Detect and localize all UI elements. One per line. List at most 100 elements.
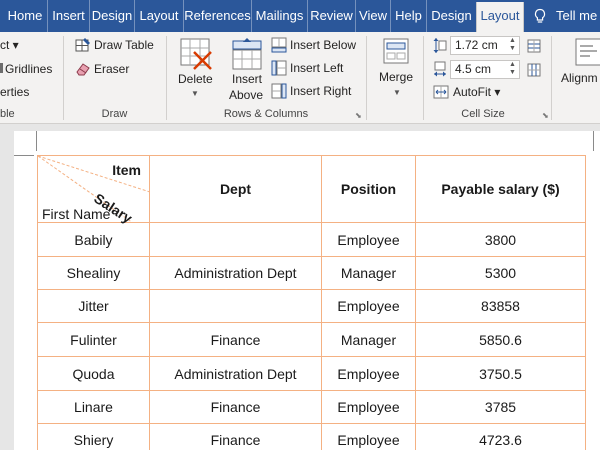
cell-salary[interactable]: 83858	[415, 289, 586, 323]
cell-salary[interactable]: 3800	[415, 222, 586, 257]
crop-mark	[593, 131, 594, 151]
group-label-table: ble	[0, 108, 15, 120]
table-row: Linare Finance Employee 3785	[37, 390, 586, 424]
autofit-button[interactable]: AutoFit ▾	[453, 85, 500, 99]
spin-up-icon[interactable]: ▲	[509, 61, 517, 69]
merge-cells-icon	[383, 38, 409, 64]
table-row: Shiery Finance Employee 4723.6	[37, 423, 586, 450]
insert-right-button[interactable]: Insert Right	[290, 84, 351, 98]
cell-salary[interactable]: 5850.6	[415, 322, 586, 357]
spin-down-icon[interactable]: ▼	[509, 69, 517, 77]
column-header-position[interactable]: Position	[321, 155, 416, 223]
tab-layout[interactable]: Layout	[134, 0, 183, 32]
tab-references[interactable]: References	[183, 0, 251, 32]
column-width-field[interactable]: 4.5 cm ▲ ▼	[450, 60, 520, 79]
tab-insert[interactable]: Insert	[47, 0, 89, 32]
cell-dept[interactable]: Finance	[149, 390, 322, 424]
distribute-columns-icon[interactable]	[527, 63, 541, 77]
merge-button[interactable]: Merge	[379, 70, 413, 84]
insert-below-icon	[271, 37, 287, 53]
table-row: Shealiny Administration Dept Manager 530…	[37, 256, 586, 290]
cell-dept[interactable]: Administration Dept	[149, 256, 322, 290]
insert-above-icon	[232, 38, 262, 70]
crop-mark	[36, 131, 37, 151]
alignment-button[interactable]: Alignm	[561, 71, 598, 85]
delete-table-icon	[180, 38, 212, 70]
cell-name[interactable]: Fulinter	[37, 322, 150, 357]
tab-table-design[interactable]: Design	[426, 0, 476, 32]
properties-button[interactable]: erties	[0, 85, 29, 99]
cell-position[interactable]: Employee	[321, 222, 416, 257]
tab-mailings[interactable]: Mailings	[251, 0, 307, 32]
tab-view[interactable]: View	[355, 0, 390, 32]
draw-table-icon	[75, 38, 90, 52]
cell-name[interactable]: Shiery	[37, 423, 150, 450]
cell-position[interactable]: Employee	[321, 356, 416, 391]
table-row: Fulinter Finance Manager 5850.6	[37, 322, 586, 357]
cell-dept[interactable]: Administration Dept	[149, 356, 322, 391]
dialog-launcher-icon[interactable]: ⬊	[542, 112, 550, 120]
cell-dept[interactable]: Finance	[149, 322, 322, 357]
cell-position[interactable]: Manager	[321, 256, 416, 290]
ribbon-tab-bar: Home Insert Design Layout References Mai…	[0, 0, 600, 32]
cell-position[interactable]: Employee	[321, 423, 416, 450]
cell-name[interactable]: Jitter	[37, 289, 150, 323]
select-button[interactable]: ct ▾	[0, 38, 19, 52]
autofit-icon	[433, 85, 449, 99]
tell-me-search[interactable]: Tell me	[556, 0, 600, 32]
table-header-row: Item Salary First Name Dept Position Pay…	[37, 155, 586, 226]
group-label-draw: Draw	[101, 108, 128, 120]
cell-name[interactable]: Linare	[37, 390, 150, 424]
cell-salary[interactable]: 3750.5	[415, 356, 586, 391]
view-gridlines-button[interactable]: Gridlines	[5, 62, 52, 76]
gridlines-icon	[0, 63, 3, 73]
spin-down-icon[interactable]: ▼	[509, 45, 517, 53]
cell-salary[interactable]: 3785	[415, 390, 586, 424]
row-height-field[interactable]: 1.72 cm ▲ ▼	[450, 36, 520, 55]
draw-table-button[interactable]: Draw Table	[94, 38, 154, 52]
eraser-button[interactable]: Eraser	[94, 62, 129, 76]
tab-review[interactable]: Review	[307, 0, 355, 32]
insert-above-button-line1[interactable]: Insert	[232, 72, 262, 86]
tab-design[interactable]: Design	[89, 0, 134, 32]
table-row: Quoda Administration Dept Employee 3750.…	[37, 356, 586, 391]
diag-header-item: Item	[112, 162, 141, 178]
tab-home[interactable]: Home	[4, 0, 46, 32]
cell-salary[interactable]: 4723.6	[415, 423, 586, 450]
diagonal-header-cell[interactable]: Item Salary First Name	[37, 155, 150, 226]
cell-dept[interactable]	[149, 289, 322, 323]
tab-table-layout[interactable]: Layout	[476, 2, 524, 32]
lightbulb-icon[interactable]	[533, 8, 547, 24]
spin-up-icon[interactable]: ▲	[509, 37, 517, 45]
diag-header-first-name: First Name	[42, 206, 111, 222]
cell-dept[interactable]: Finance	[149, 423, 322, 450]
row-height-icon	[433, 38, 447, 53]
eraser-icon	[76, 63, 90, 76]
insert-left-button[interactable]: Insert Left	[290, 61, 343, 75]
cell-position[interactable]: Employee	[321, 390, 416, 424]
tab-help[interactable]: Help	[390, 0, 426, 32]
delete-button[interactable]: Delete	[178, 72, 213, 86]
dialog-launcher-icon[interactable]: ⬊	[355, 112, 363, 120]
group-divider	[551, 36, 552, 120]
insert-below-button[interactable]: Insert Below	[290, 38, 356, 52]
group-label-rows-columns: Rows & Columns	[223, 108, 309, 120]
cell-name[interactable]: Babily	[37, 222, 150, 257]
cell-position[interactable]: Manager	[321, 322, 416, 357]
cell-salary[interactable]: 5300	[415, 256, 586, 290]
group-label-cell-size: Cell Size	[461, 108, 505, 120]
cell-position[interactable]: Employee	[321, 289, 416, 323]
table-row: Jitter Employee 83858	[37, 289, 586, 323]
column-header-salary[interactable]: Payable salary ($)	[415, 155, 586, 223]
cell-name[interactable]: Shealiny	[37, 256, 150, 290]
column-header-dept[interactable]: Dept	[149, 155, 322, 223]
column-width-icon	[434, 61, 446, 77]
cell-name[interactable]: Quoda	[37, 356, 150, 391]
insert-left-icon	[271, 60, 287, 76]
distribute-rows-icon[interactable]	[527, 39, 541, 53]
insert-above-button-line2[interactable]: Above	[229, 88, 263, 102]
chevron-down-icon: ▼	[393, 88, 401, 97]
cell-dept[interactable]	[149, 222, 322, 257]
alignment-icon	[575, 38, 600, 66]
insert-right-icon	[271, 83, 287, 99]
